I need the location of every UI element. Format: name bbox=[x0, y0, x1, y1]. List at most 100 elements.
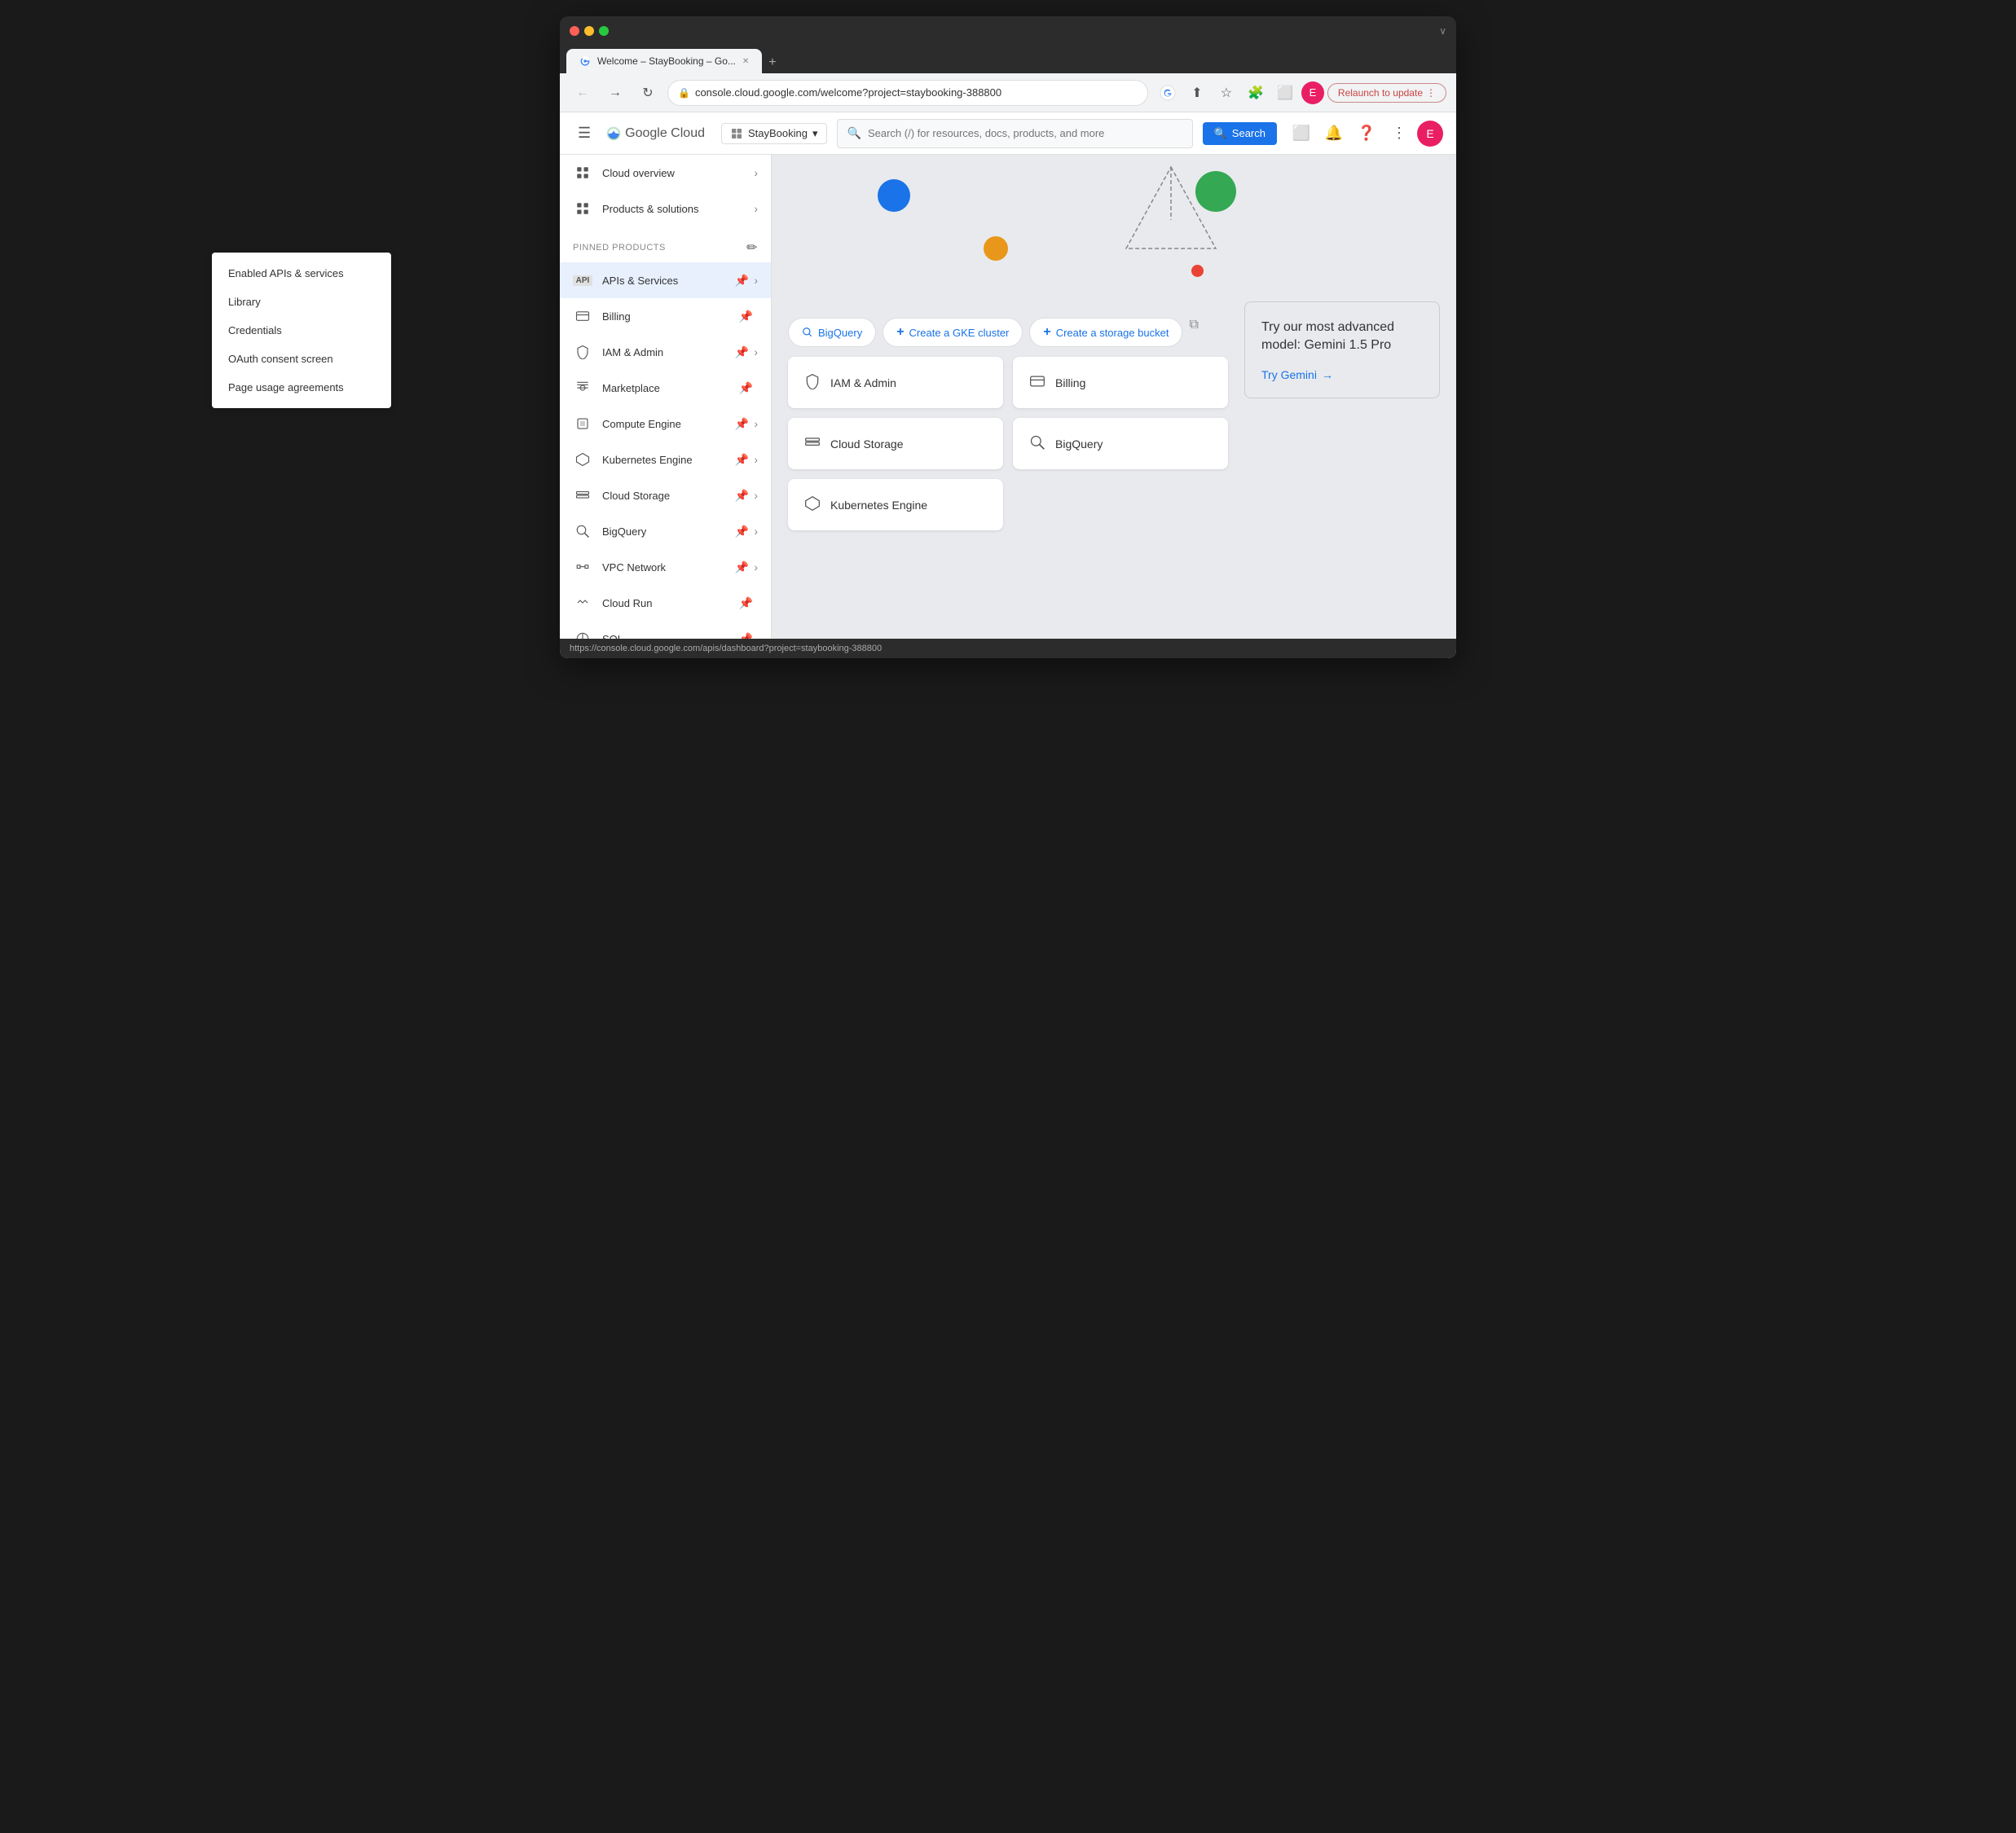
reload-button[interactable]: ↻ bbox=[635, 80, 661, 106]
pin-icon: 📌 bbox=[735, 525, 749, 538]
bigquery-btn-icon bbox=[802, 327, 813, 338]
app-header: ☰ Google Cloud StayBooking ▾ 🔍 bbox=[560, 112, 1456, 155]
google-g-icon bbox=[1160, 85, 1176, 101]
relaunch-button[interactable]: Relaunch to update ⋮ bbox=[1327, 83, 1446, 103]
compute-icon bbox=[573, 416, 592, 431]
new-tab-button[interactable]: + bbox=[762, 52, 782, 73]
sidebar-item-label: Cloud Run bbox=[602, 597, 739, 609]
card-label: BigQuery bbox=[1055, 437, 1103, 451]
tab-close-button[interactable]: ✕ bbox=[742, 57, 749, 66]
sidebar-item-billing[interactable]: Billing 📌 bbox=[560, 298, 771, 334]
main-content: BigQuery + Create a GKE cluster + Create… bbox=[772, 155, 1456, 639]
close-button[interactable] bbox=[570, 26, 579, 36]
sidebar-item-label: Cloud overview bbox=[602, 167, 754, 179]
more-options-button[interactable]: ⋮ bbox=[1384, 119, 1414, 148]
sidebar-item-label: SQL bbox=[602, 633, 739, 640]
deco-blue-circle bbox=[878, 179, 910, 212]
sidebar-item-bigquery[interactable]: BigQuery 📌 › bbox=[560, 513, 771, 549]
card-label: Billing bbox=[1055, 376, 1085, 389]
back-button[interactable]: ← bbox=[570, 80, 596, 106]
share-button[interactable]: ⬆ bbox=[1184, 80, 1210, 106]
help-button[interactable]: ❓ bbox=[1352, 119, 1381, 148]
url-display: console.cloud.google.com/welcome?project… bbox=[695, 86, 1001, 99]
sidebar-item-cloud-run[interactable]: Cloud Run 📌 bbox=[560, 585, 771, 621]
sidebar-item-sql[interactable]: SQL 📌 bbox=[560, 621, 771, 639]
chevron-icon: › bbox=[754, 489, 758, 502]
sidebar-item-marketplace[interactable]: Marketplace 📌 bbox=[560, 370, 771, 406]
bigquery-action-button[interactable]: BigQuery bbox=[788, 318, 876, 347]
project-selector[interactable]: StayBooking ▾ bbox=[721, 123, 827, 144]
browser-toolbar: ← → ↻ 🔒 console.cloud.google.com/welcome… bbox=[560, 73, 1456, 112]
chevron-icon: › bbox=[754, 453, 758, 466]
try-gemini-link[interactable]: Try Gemini → bbox=[1261, 368, 1423, 381]
sidebar-item-products-solutions[interactable]: Products & solutions › bbox=[560, 191, 771, 226]
sidebar-item-iam-admin[interactable]: IAM & Admin 📌 › bbox=[560, 334, 771, 370]
deco-yellow-circle bbox=[984, 236, 1008, 261]
kubernetes-card[interactable]: Kubernetes Engine bbox=[788, 479, 1003, 530]
billing-card[interactable]: Billing bbox=[1013, 357, 1228, 408]
chevron-icon: › bbox=[754, 345, 758, 358]
active-tab[interactable]: Welcome – StayBooking – Go... ✕ bbox=[566, 49, 762, 73]
search-input[interactable] bbox=[868, 127, 1182, 139]
gemini-card: Try our most advanced model: Gemini 1.5 … bbox=[1244, 301, 1440, 398]
products-icon bbox=[573, 201, 592, 216]
google-icon-button[interactable] bbox=[1155, 80, 1181, 106]
bookmark-button[interactable]: ☆ bbox=[1213, 80, 1239, 106]
search-button[interactable]: 🔍 Search bbox=[1203, 122, 1277, 145]
notifications-button[interactable]: 🔔 bbox=[1319, 119, 1349, 148]
tab-title: Welcome – StayBooking – Go... bbox=[597, 55, 736, 67]
sidebar-item-cloud-storage[interactable]: Cloud Storage 📌 › bbox=[560, 477, 771, 513]
chevron-icon: › bbox=[754, 417, 758, 430]
cloud-run-icon bbox=[573, 596, 592, 610]
chevron-icon: › bbox=[754, 525, 758, 538]
marketplace-icon bbox=[573, 380, 592, 395]
card-storage-icon bbox=[804, 434, 821, 453]
sidebar-item-label: VPC Network bbox=[602, 561, 735, 574]
chevron-icon: › bbox=[754, 560, 758, 574]
card-kubernetes-icon bbox=[804, 495, 821, 514]
toolbar-icons: ⬆ ☆ 🧩 ⬜ E Relaunch to update ⋮ bbox=[1155, 80, 1446, 106]
sidebar-item-label: Compute Engine bbox=[602, 418, 735, 430]
sidebar-item-apis-services[interactable]: API APIs & Services 📌 › bbox=[560, 262, 771, 298]
search-bar: 🔍 bbox=[837, 119, 1193, 148]
browser-profile-icon[interactable]: E bbox=[1301, 81, 1324, 104]
sidebar-item-cloud-overview[interactable]: Cloud overview › bbox=[560, 155, 771, 191]
cloud-storage-card[interactable]: Cloud Storage bbox=[788, 418, 1003, 469]
sidebar-item-vpc-network[interactable]: VPC Network 📌 › bbox=[560, 549, 771, 585]
bigquery-card[interactable]: BigQuery bbox=[1013, 418, 1228, 469]
plus-icon: + bbox=[1043, 325, 1050, 340]
google-cloud-logo-text: Google Cloud bbox=[625, 126, 705, 141]
vpc-icon bbox=[573, 560, 592, 574]
terminal-button[interactable]: ⬜ bbox=[1287, 119, 1316, 148]
deco-triangle bbox=[1122, 163, 1220, 261]
maximize-button[interactable] bbox=[599, 26, 609, 36]
cast-button[interactable]: ⬜ bbox=[1272, 80, 1298, 106]
sidebar-item-kubernetes-engine[interactable]: Kubernetes Engine 📌 › bbox=[560, 442, 771, 477]
forward-button[interactable]: → bbox=[602, 80, 628, 106]
bigquery-icon bbox=[573, 524, 592, 538]
create-storage-bucket-button[interactable]: + Create a storage bucket bbox=[1029, 318, 1182, 347]
pin-icon: 📌 bbox=[739, 310, 753, 323]
pin-icon: 📌 bbox=[735, 489, 749, 503]
edit-pins-icon[interactable]: ✏ bbox=[746, 240, 758, 256]
pin-icon: 📌 bbox=[739, 381, 753, 395]
arrow-icon: → bbox=[1322, 368, 1333, 381]
deco-red-circle bbox=[1191, 265, 1204, 277]
deco-green-circle bbox=[1195, 171, 1236, 212]
card-bigquery-icon bbox=[1029, 434, 1045, 453]
hamburger-menu-button[interactable]: ☰ bbox=[573, 120, 596, 147]
create-gke-cluster-button[interactable]: + Create a GKE cluster bbox=[883, 318, 1023, 347]
sidebar-item-compute-engine[interactable]: Compute Engine 📌 › bbox=[560, 406, 771, 442]
extensions-button[interactable]: 🧩 bbox=[1243, 80, 1269, 106]
profile-avatar[interactable]: E bbox=[1417, 121, 1443, 147]
card-label: Kubernetes Engine bbox=[830, 499, 927, 512]
address-bar[interactable]: 🔒 console.cloud.google.com/welcome?proje… bbox=[667, 80, 1148, 106]
search-button-icon: 🔍 bbox=[1214, 127, 1227, 140]
minimize-button[interactable] bbox=[584, 26, 594, 36]
pinned-section-header: PINNED PRODUCTS ✏ bbox=[560, 226, 771, 262]
chevron-icon: › bbox=[754, 274, 758, 287]
iam-icon bbox=[573, 345, 592, 359]
sidebar-item-label: Cloud Storage bbox=[602, 490, 735, 502]
copy-icon[interactable]: ⧉ bbox=[1189, 318, 1198, 347]
iam-admin-card[interactable]: IAM & Admin bbox=[788, 357, 1003, 408]
